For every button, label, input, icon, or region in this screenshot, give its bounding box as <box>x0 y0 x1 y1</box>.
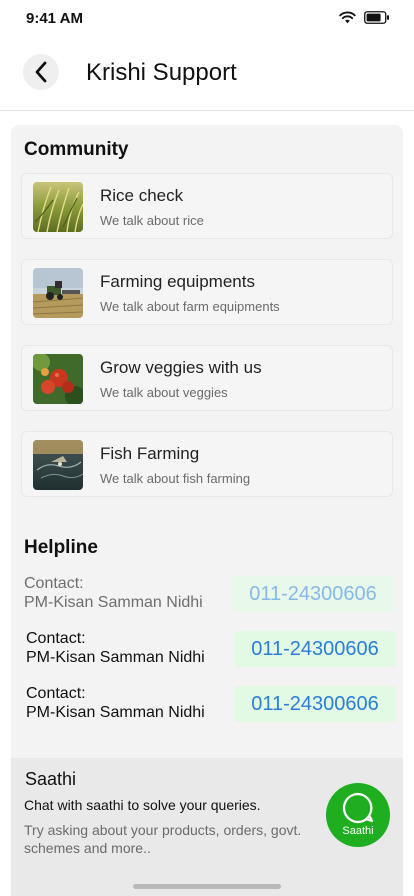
helpline-phone-button[interactable]: 011-24300606 <box>234 631 396 667</box>
helpline-label-line2: PM-Kisan Samman Nidhi <box>24 594 203 611</box>
wifi-icon <box>339 11 356 24</box>
card-subtitle: We talk about farm equipments <box>100 299 280 314</box>
card-title: Rice check <box>100 186 184 205</box>
card-title: Farming equipments <box>100 272 255 291</box>
card-subtitle: We talk about fish farming <box>100 471 251 486</box>
helpline-label: Contact: PM-Kisan Samman Nidhi <box>26 629 205 667</box>
helpline-phone-button[interactable]: 011-24300606 <box>232 576 394 612</box>
helpline-row: Contact: PM-Kisan Samman Nidhi 011-24300… <box>26 684 396 730</box>
helpline-heading: Helpline <box>24 537 98 558</box>
helpline-phone-button[interactable]: 011-24300606 <box>234 686 396 722</box>
battery-icon <box>364 11 389 24</box>
community-card-equipments[interactable]: Farming equipments We talk about farm eq… <box>21 259 393 325</box>
helpline-label-line2: PM-Kisan Samman Nidhi <box>26 704 205 721</box>
saathi-hint: Try asking about your products, orders, … <box>24 822 302 856</box>
fish-pond-image <box>33 440 83 490</box>
saathi-title: Saathi <box>25 769 77 789</box>
status-bar: 9:41 AM <box>0 0 414 38</box>
saathi-card: Saathi Chat with saathi to solve your qu… <box>11 758 403 896</box>
home-indicator <box>133 884 281 889</box>
helpline-label: Contact: PM-Kisan Samman Nidhi <box>26 684 205 722</box>
rice-field-image <box>33 182 83 232</box>
card-subtitle: We talk about veggies <box>100 385 228 400</box>
tomatoes-image <box>33 354 83 404</box>
helpline-label-line2: PM-Kisan Samman Nidhi <box>26 649 205 666</box>
chat-bubble-icon <box>342 792 374 824</box>
saathi-description: Chat with saathi to solve your queries. <box>24 797 261 813</box>
community-heading: Community <box>24 139 129 160</box>
community-card-fish[interactable]: Fish Farming We talk about fish farming <box>21 431 393 497</box>
helpline-row: Contact: PM-Kisan Samman Nidhi 011-24300… <box>26 629 396 675</box>
saathi-chat-button[interactable]: Saathi <box>326 783 390 847</box>
status-icons <box>339 11 390 24</box>
saathi-button-label: Saathi <box>342 825 374 837</box>
helpline-label-line1: Contact: <box>24 575 84 592</box>
status-time: 9:41 AM <box>26 10 83 27</box>
card-title: Grow veggies with us <box>100 358 262 377</box>
helpline-label-line1: Contact: <box>26 685 86 702</box>
helpline-row: Contact: PM-Kisan Samman Nidhi 011-24300… <box>24 574 394 620</box>
helpline-label-line1: Contact: <box>26 630 86 647</box>
content-panel: Community Rice check We talk about rice <box>11 125 403 896</box>
community-card-rice[interactable]: Rice check We talk about rice <box>21 173 393 239</box>
helpline-label: Contact: PM-Kisan Samman Nidhi <box>24 574 203 612</box>
page-title: Krishi Support <box>86 59 237 86</box>
community-card-veggies[interactable]: Grow veggies with us We talk about veggi… <box>21 345 393 411</box>
app-header: Krishi Support <box>0 38 414 111</box>
chevron-left-icon <box>35 61 47 83</box>
tractor-image <box>33 268 83 318</box>
card-subtitle: We talk about rice <box>100 213 204 228</box>
back-button[interactable] <box>23 54 59 90</box>
card-title: Fish Farming <box>100 444 200 463</box>
